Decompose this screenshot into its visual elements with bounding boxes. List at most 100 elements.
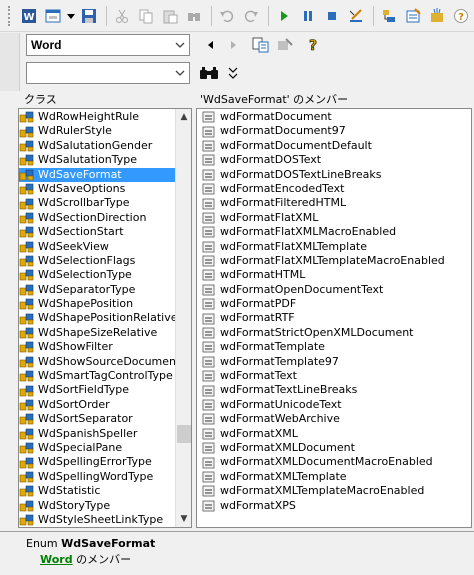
view-definition-button[interactable] <box>274 34 296 56</box>
member-item[interactable]: wdFormatDOSTextLineBreaks <box>201 168 469 182</box>
class-item[interactable]: WdSmartTagControlType <box>19 369 175 383</box>
save-button[interactable] <box>78 5 100 27</box>
class-item[interactable]: WdStyleSheetLinkType <box>19 513 175 527</box>
chevron-down-icon[interactable] <box>171 63 189 83</box>
class-item[interactable]: WdSortSeparator <box>19 412 175 426</box>
member-item[interactable]: wdFormatTextLineBreaks <box>201 383 469 397</box>
class-item[interactable]: WdSalutationGender <box>19 139 175 153</box>
object-browser-button[interactable] <box>426 5 448 27</box>
member-item[interactable]: wdFormatOpenDocumentText <box>201 283 469 297</box>
class-item[interactable]: WdSpanishSpeller <box>19 427 175 441</box>
member-item[interactable]: wdFormatDOSText <box>201 153 469 167</box>
insert-dropdown-button[interactable] <box>66 5 76 27</box>
class-item[interactable]: WdShapePosition <box>19 297 175 311</box>
class-item[interactable]: WdSaveOptions <box>19 182 175 196</box>
toolbar-grip[interactable] <box>8 5 12 26</box>
member-item[interactable]: wdFormatRTF <box>201 311 469 325</box>
paste-button[interactable] <box>159 5 181 27</box>
member-item[interactable]: wdFormatFilteredHTML <box>201 196 469 210</box>
member-item[interactable]: wdFormatDocument97 <box>201 124 469 138</box>
member-item[interactable]: wdFormatTemplate97 <box>201 355 469 369</box>
class-item[interactable]: WdSpellingErrorType <box>19 455 175 469</box>
search-combo[interactable] <box>26 62 190 84</box>
library-combo[interactable]: Word <box>26 34 190 56</box>
design-mode-button[interactable] <box>345 5 367 27</box>
cut-button[interactable] <box>111 5 133 27</box>
class-item[interactable]: WdSortOrder <box>19 398 175 412</box>
class-item[interactable]: WdSelectionFlags <box>19 254 175 268</box>
class-item[interactable]: WdShowFilter <box>19 340 175 354</box>
back-button[interactable] <box>200 34 222 56</box>
classes-scrollbar[interactable]: ▲ ▼ <box>175 109 191 527</box>
members-list[interactable]: wdFormatDocument wdFormatDocument97 wdForm… <box>196 108 472 528</box>
member-item[interactable]: wdFormatTemplate <box>201 340 469 354</box>
scroll-thumb[interactable] <box>177 425 191 443</box>
member-item[interactable]: wdFormatDocumentDefault <box>201 139 469 153</box>
class-item[interactable]: WdStatistic <box>19 484 175 498</box>
project-explorer-button[interactable] <box>378 5 400 27</box>
member-item[interactable]: wdFormatStrictOpenXMLDocument <box>201 326 469 340</box>
class-item[interactable]: WdShapeSizeRelative <box>19 326 175 340</box>
member-item-label: wdFormatXML <box>220 426 298 440</box>
class-item[interactable]: WdShapePositionRelative <box>19 311 175 325</box>
undo-button[interactable] <box>216 5 238 27</box>
show-search-results-button[interactable] <box>222 62 244 84</box>
member-item[interactable]: wdFormatXMLDocument <box>201 441 469 455</box>
library-link[interactable]: Word <box>40 553 73 566</box>
class-item[interactable]: WdScrollbarType <box>19 196 175 210</box>
classes-list[interactable]: WdRowHeightRule WdRulerStyle WdSalutationG… <box>18 108 192 528</box>
insert-userform-button[interactable] <box>42 5 64 27</box>
chevron-down-icon[interactable] <box>171 35 189 55</box>
help-button-browser[interactable]: ? <box>302 34 324 56</box>
help-button[interactable]: ? <box>450 5 472 27</box>
class-item[interactable]: WdSectionDirection <box>19 211 175 225</box>
class-item[interactable]: WdSaveFormat <box>19 167 175 182</box>
member-item[interactable]: wdFormatXML <box>201 427 469 441</box>
reset-button[interactable] <box>321 5 343 27</box>
copy-button[interactable] <box>135 5 157 27</box>
member-item[interactable]: wdFormatEncodedText <box>201 182 469 196</box>
member-item-label: wdFormatXPS <box>220 498 296 512</box>
class-item[interactable]: WdSelectionType <box>19 268 175 282</box>
member-item[interactable]: wdFormatFlatXMLMacroEnabled <box>201 225 469 239</box>
copy-to-clipboard-button[interactable] <box>250 34 272 56</box>
scroll-down-button[interactable]: ▼ <box>176 511 191 527</box>
member-item[interactable]: wdFormatFlatXML <box>201 211 469 225</box>
member-item[interactable]: wdFormatXMLTemplate <box>201 470 469 484</box>
scroll-up-button[interactable]: ▲ <box>176 109 191 125</box>
class-item[interactable]: WdSortFieldType <box>19 383 175 397</box>
class-item[interactable]: WdRowHeightRule <box>19 110 175 124</box>
properties-button[interactable] <box>402 5 424 27</box>
member-item[interactable]: wdFormatText <box>201 369 469 383</box>
class-item[interactable]: WdSeekView <box>19 240 175 254</box>
class-item[interactable]: WdSectionStart <box>19 225 175 239</box>
run-button[interactable] <box>273 5 295 27</box>
standard-toolbar: W ? <box>0 0 474 32</box>
search-button[interactable] <box>198 62 220 84</box>
member-item[interactable]: wdFormatXMLTemplateMacroEnabled <box>201 484 469 498</box>
class-item[interactable]: WdShowSourceDocuments <box>19 355 175 369</box>
member-item[interactable]: wdFormatWebArchive <box>201 412 469 426</box>
enum-constant-icon <box>201 198 217 210</box>
member-item[interactable]: wdFormatDocument <box>201 110 469 124</box>
member-item[interactable]: wdFormatXMLDocumentMacroEnabled <box>201 455 469 469</box>
member-item[interactable]: wdFormatFlatXMLTemplate <box>201 240 469 254</box>
class-item[interactable]: WdSeparatorType <box>19 283 175 297</box>
class-item-label: WdShapeSizeRelative <box>38 325 158 339</box>
break-button[interactable] <box>297 5 319 27</box>
find-button[interactable] <box>183 5 205 27</box>
member-item[interactable]: wdFormatXPS <box>201 499 469 513</box>
redo-button[interactable] <box>240 5 262 27</box>
details-enum-name: WdSaveFormat <box>61 537 156 550</box>
class-item[interactable]: WdStoryType <box>19 499 175 513</box>
class-item[interactable]: WdSpecialPane <box>19 441 175 455</box>
view-word-button[interactable]: W <box>18 5 40 27</box>
class-item[interactable]: WdRulerStyle <box>19 124 175 138</box>
member-item[interactable]: wdFormatUnicodeText <box>201 398 469 412</box>
forward-button[interactable] <box>222 34 244 56</box>
member-item[interactable]: wdFormatFlatXMLTemplateMacroEnabled <box>201 254 469 268</box>
member-item[interactable]: wdFormatPDF <box>201 297 469 311</box>
class-item[interactable]: WdSalutationType <box>19 153 175 167</box>
class-item[interactable]: WdSpellingWordType <box>19 470 175 484</box>
member-item[interactable]: wdFormatHTML <box>201 268 469 282</box>
